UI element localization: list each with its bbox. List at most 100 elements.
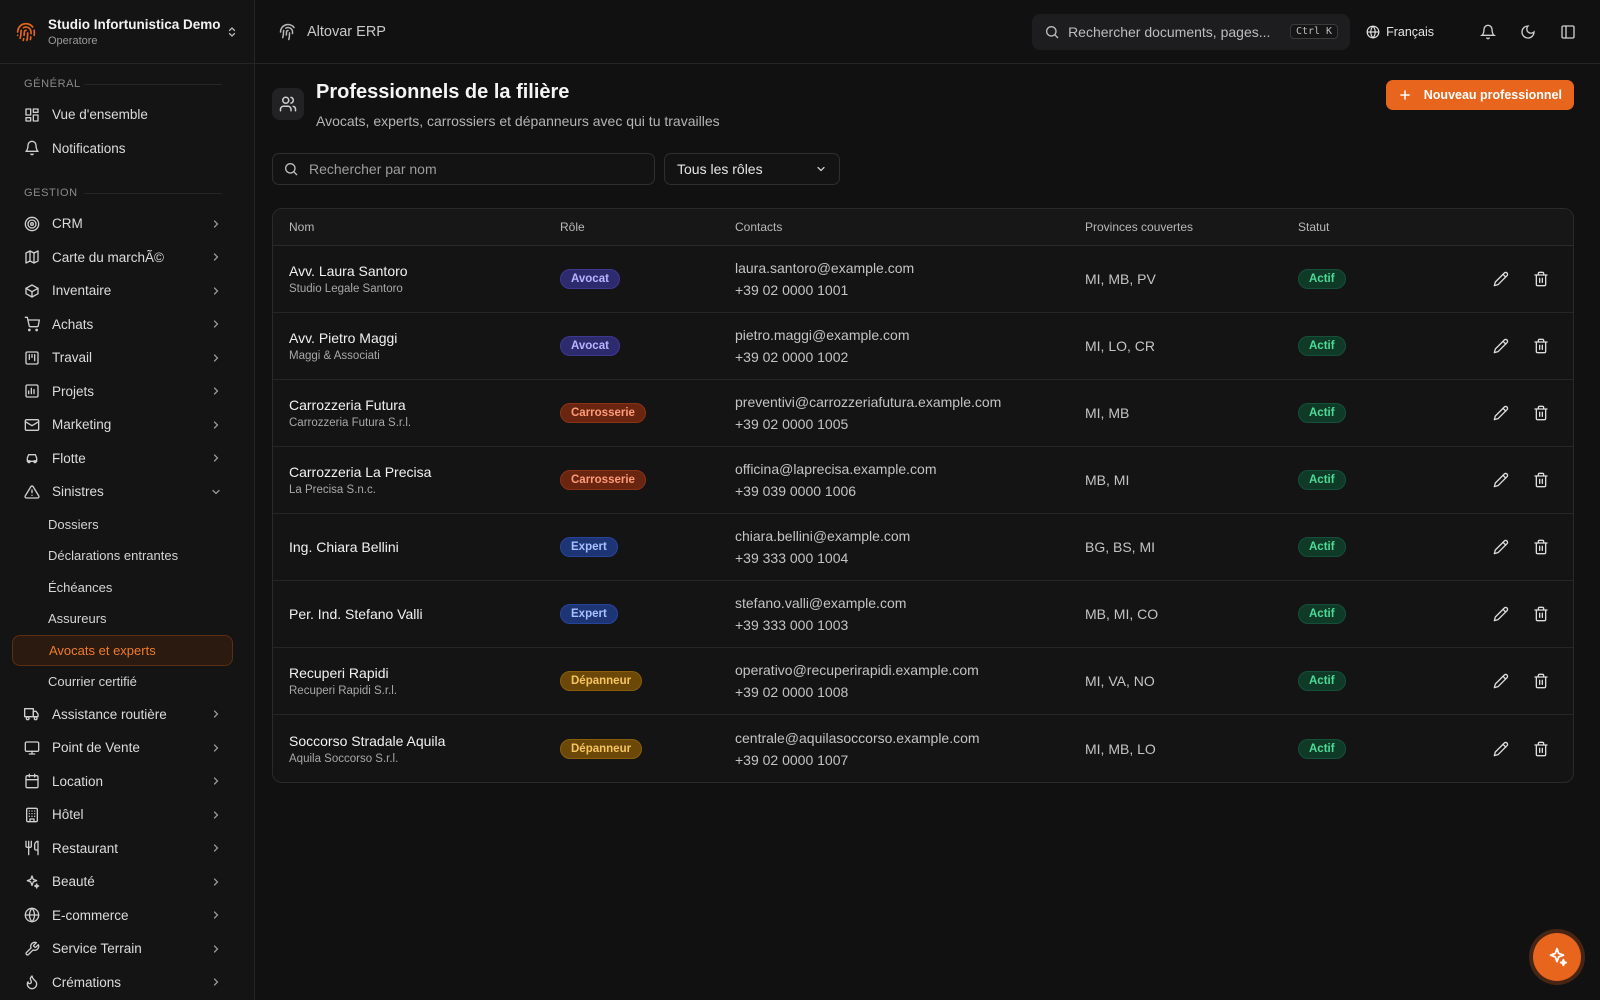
panel-toggle-icon[interactable] <box>1560 24 1576 40</box>
sidebar-item-beaute[interactable]: Beauté <box>0 865 254 899</box>
sidebar-item-restaurant[interactable]: Restaurant <box>0 832 254 866</box>
global-search[interactable]: Rechercher documents, pages... Ctrl K <box>1032 13 1351 50</box>
sidebar-item-label: Travail <box>52 350 93 366</box>
table-row[interactable]: Per. Ind. Stefano Valli Expert stefano.val… <box>273 581 1573 648</box>
trash-icon[interactable] <box>1533 673 1549 689</box>
sidebar-item-sinistres[interactable]: Sinistres <box>0 475 254 509</box>
name-search-input[interactable]: Rechercher par nom <box>272 153 655 185</box>
org-role: Operatore <box>48 34 98 47</box>
trash-icon[interactable] <box>1533 472 1549 488</box>
fingerprint-logo-icon <box>16 22 36 41</box>
edit-icon[interactable] <box>1493 673 1509 689</box>
contact-email: chiara.bellini@example.com <box>735 528 911 544</box>
role-filter-select[interactable]: Tous les rôles <box>664 153 840 185</box>
trash-icon[interactable] <box>1533 539 1549 555</box>
sidebar-item-label: Service Terrain <box>52 941 142 957</box>
contact-email: laura.santoro@example.com <box>735 260 915 276</box>
name-search-placeholder: Rechercher par nom <box>309 161 437 177</box>
language-label: Français <box>1386 24 1434 39</box>
sidebar-item-label: Beauté <box>52 874 95 890</box>
sidebar-subitem-label: Échéances <box>48 579 113 595</box>
language-switcher[interactable]: Français <box>1366 25 1434 39</box>
trash-icon[interactable] <box>1533 405 1549 421</box>
table-header: Nom Rôle Contacts Provinces couvertes St… <box>273 209 1573 246</box>
sidebar-item-notifications[interactable]: Notifications <box>0 132 254 166</box>
sidebar-item-flotte[interactable]: Flotte <box>0 442 254 476</box>
sidebar-item-label: Flotte <box>52 450 86 466</box>
sidebar-item-carte-du-marcha[interactable]: Carte du marchÃ© <box>0 241 254 275</box>
status-badge: Actif <box>1298 738 1346 759</box>
edit-icon[interactable] <box>1493 539 1509 555</box>
sidebar-item-crm[interactable]: CRM <box>0 207 254 241</box>
table-row[interactable]: Avv. Laura Santoro Studio Legale Santoro A… <box>273 246 1573 313</box>
edit-icon[interactable] <box>1493 606 1509 622</box>
sidebar-item-service-terrain[interactable]: Service Terrain <box>0 932 254 966</box>
contact-phone: +39 02 0000 1002 <box>735 349 849 365</box>
col-header-role[interactable]: Rôle <box>560 220 735 234</box>
table-row[interactable]: Carrozzeria La Precisa La Precisa S.n.c. C… <box>273 447 1573 514</box>
chevron-right-icon <box>213 710 219 718</box>
sidebar-item-projets[interactable]: Projets <box>0 375 254 409</box>
edit-icon[interactable] <box>1493 271 1509 287</box>
app-brand: Altovar ERP <box>307 23 386 40</box>
ai-assistant-button[interactable] <box>1533 933 1581 981</box>
sidebar-item-ho-tel[interactable]: Hôtel <box>0 798 254 832</box>
sidebar-item-label: Achats <box>52 316 94 332</box>
table-row[interactable]: Recuperi Rapidi Recuperi Rapidi S.r.l. Dép… <box>273 648 1573 715</box>
sidebar-subitem-e-che-ances[interactable]: Échéances <box>0 572 242 604</box>
contact-phone: +39 333 000 1003 <box>735 617 849 633</box>
trash-icon[interactable] <box>1533 741 1549 757</box>
table-row[interactable]: Soccorso Stradale Aquila Aquila Soccorso … <box>273 715 1573 782</box>
chevron-right-icon <box>213 320 219 328</box>
chevron-right-icon <box>213 878 219 886</box>
contact-phone: +39 333 000 1004 <box>735 550 849 566</box>
contact-phone: +39 02 0000 1008 <box>735 684 849 700</box>
edit-icon[interactable] <box>1493 405 1509 421</box>
trash-icon[interactable] <box>1533 606 1549 622</box>
moon-icon[interactable] <box>1520 24 1536 40</box>
section-label-general: GÉNÉRAL <box>0 74 254 94</box>
sidebar-item-location[interactable]: Location <box>0 765 254 799</box>
professional-name: Carrozzeria Futura <box>289 397 406 413</box>
provinces: MB, MI <box>1085 472 1130 488</box>
sidebar-item-marketing[interactable]: Marketing <box>0 408 254 442</box>
provinces: MI, MB, PV <box>1085 271 1156 287</box>
status-badge: Actif <box>1298 671 1346 691</box>
table-row[interactable]: Ing. Chiara Bellini Expert chiara.bellini@… <box>273 514 1573 581</box>
edit-icon[interactable] <box>1493 472 1509 488</box>
new-professional-button[interactable]: Nouveau professionnel <box>1385 80 1574 110</box>
status-badge: Actif <box>1298 403 1346 423</box>
table-row[interactable]: Avv. Pietro Maggi Maggi & Associati Avocat… <box>273 313 1573 380</box>
col-header-status[interactable]: Statut <box>1298 220 1418 234</box>
org-name: Studio Infortunistica Demo <box>48 16 221 32</box>
sidebar-subitem-dossiers[interactable]: Dossiers <box>0 509 242 541</box>
sidebar-item-vue-d-ensemble[interactable]: Vue d'ensemble <box>0 98 254 132</box>
col-header-provinces[interactable]: Provinces couvertes <box>1085 220 1298 234</box>
role-badge: Expert <box>560 537 618 557</box>
bell-icon[interactable] <box>1480 24 1496 40</box>
sidebar-subitem-courrier-certifie[interactable]: Courrier certifié <box>0 666 242 698</box>
sidebar-item-cre-mations[interactable]: Crémations <box>0 966 254 1000</box>
sidebar-item-assistance-routie-re[interactable]: Assistance routière <box>0 698 254 732</box>
col-header-name[interactable]: Nom <box>273 220 560 234</box>
sidebar-item-inventaire[interactable]: Inventaire <box>0 274 254 308</box>
edit-icon[interactable] <box>1493 338 1509 354</box>
sidebar-subitem-de-clarations-entrantes[interactable]: Déclarations entrantes <box>0 540 242 572</box>
sidebar-item-achats[interactable]: Achats <box>0 308 254 342</box>
sidebar-item-point-de-vente[interactable]: Point de Vente <box>0 731 254 765</box>
table-row[interactable]: Carrozzeria Futura Carrozzeria Futura S.r… <box>273 380 1573 447</box>
sidebar-item-travail[interactable]: Travail <box>0 341 254 375</box>
org-switcher[interactable]: Studio Infortunistica Demo Operatore <box>0 0 254 64</box>
search-icon <box>1046 25 1059 38</box>
role-badge: Expert <box>560 604 618 624</box>
sidebar-subitem-assureurs[interactable]: Assureurs <box>0 603 242 635</box>
trash-icon[interactable] <box>1533 271 1549 287</box>
trash-icon[interactable] <box>1533 338 1549 354</box>
col-header-contacts[interactable]: Contacts <box>735 220 1085 234</box>
sidebar-subitem-avocats-et-experts[interactable]: Avocats et experts <box>12 634 233 666</box>
professional-name: Per. Ind. Stefano Valli <box>289 606 423 622</box>
monitor-icon <box>24 741 40 755</box>
sidebar-item-e-commerce[interactable]: E-commerce <box>0 899 254 933</box>
edit-icon[interactable] <box>1493 741 1509 757</box>
chevron-down-icon <box>212 489 220 495</box>
